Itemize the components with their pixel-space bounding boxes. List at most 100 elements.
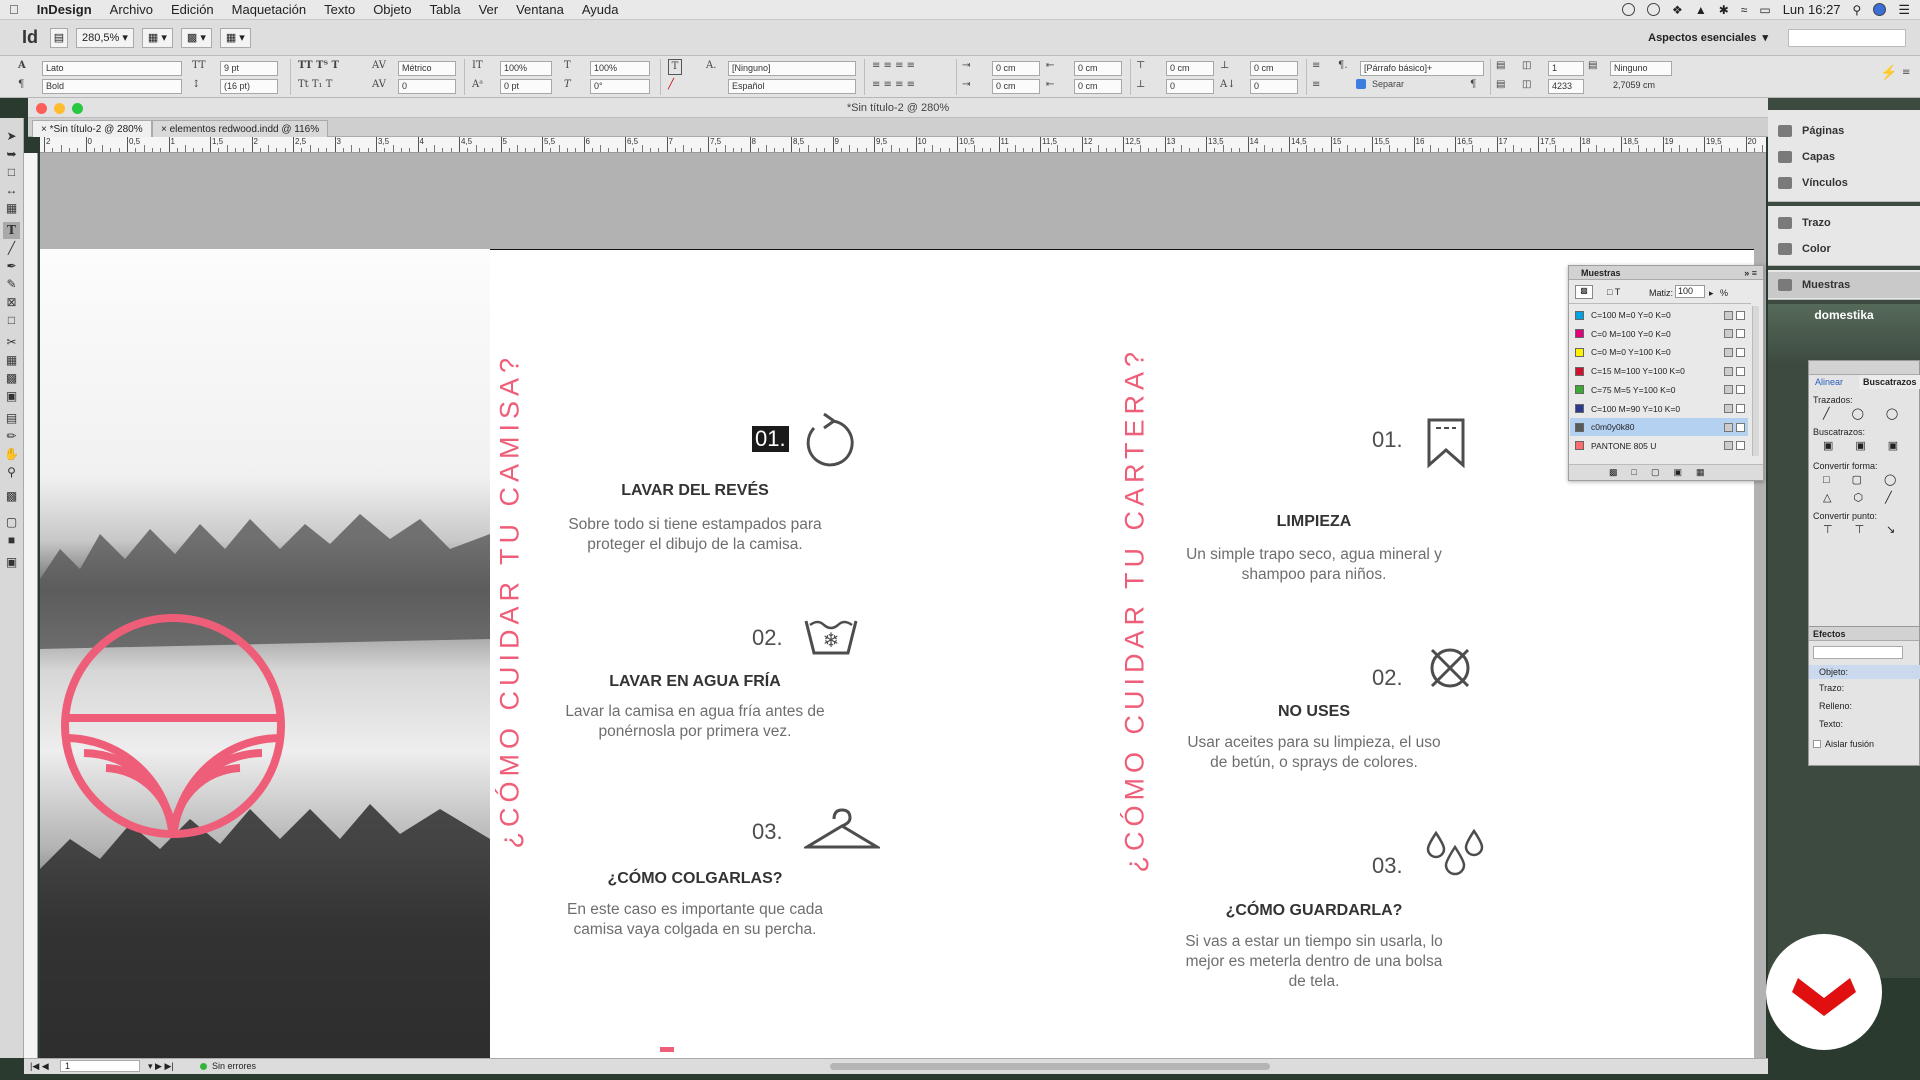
gap-tool-icon[interactable]: ↔ (3, 182, 20, 199)
cartera-step-description[interactable]: Si vas a estar un tiempo sin usarla, lo … (1184, 932, 1444, 992)
dock-capas[interactable]: Capas (1768, 144, 1920, 170)
justify-icon[interactable]: ≡ ≡ ≡ ≡ (872, 78, 915, 92)
container-icon[interactable]: □ T (1607, 287, 1620, 297)
swatch-row[interactable]: C=75 M=5 Y=100 K=0 (1570, 381, 1748, 399)
swatch-row[interactable]: C=100 M=90 Y=10 K=0 (1570, 400, 1748, 418)
wifi-icon[interactable]: ≈ (1741, 3, 1748, 17)
menu-list-icon[interactable]: ☰ (1898, 2, 1910, 18)
convert-point-buttons[interactable]: ⊤⊤↘ (1823, 523, 1917, 536)
text-fill-icon[interactable]: T (668, 59, 682, 75)
dock-vinculos[interactable]: Vínculos (1768, 170, 1920, 196)
camisa-step-description[interactable]: Sobre todo si tiene estampados para prot… (565, 515, 825, 555)
clock-text[interactable]: Lun 16:27 (1783, 2, 1841, 17)
spotlight-icon[interactable]: ⚲ (1853, 3, 1862, 17)
bluetooth-icon[interactable]: ✱ (1719, 3, 1729, 17)
workspace-switcher[interactable]: Aspectos esenciales ▾ (1648, 31, 1788, 44)
menu-maquetacion[interactable]: Maquetación (223, 0, 315, 20)
pathfinder-buttons[interactable]: ▣▣▣ (1823, 439, 1920, 452)
first-line-indent-field[interactable]: 0 cm (992, 79, 1040, 94)
dropbox-icon[interactable]: ❖ (1672, 3, 1683, 17)
quick-apply-icon[interactable]: ⚡ (1880, 66, 1897, 80)
font-family-field[interactable]: Lato (42, 61, 182, 76)
pen-tool-icon[interactable]: ✒ (3, 258, 20, 275)
swatch-row[interactable]: C=100 M=0 Y=0 K=0 (1570, 306, 1748, 324)
eyedropper-tool-icon[interactable]: ✏ (3, 428, 20, 445)
minimize-window-icon[interactable] (54, 103, 65, 114)
effects-row-relleno[interactable]: Relleno: (1819, 701, 1852, 711)
paragraph-mode-icon[interactable]: ¶ (18, 78, 24, 92)
camisa-step-title[interactable]: LAVAR DEL REVÉS (545, 482, 845, 500)
content-collector-icon[interactable]: ▦ (3, 200, 20, 217)
view-mode-icon[interactable]: ▣ (3, 554, 20, 571)
creative-cloud-icon[interactable] (1647, 3, 1661, 16)
vertical-ruler[interactable] (24, 153, 38, 1058)
selection-tool-icon[interactable]: ➤ (3, 128, 20, 145)
formatting-affects-container-icon[interactable]: ▢ (3, 514, 20, 531)
screen-mode-button[interactable]: ▩ ▾ (180, 27, 212, 48)
grid-type-select[interactable]: Ninguno (1610, 61, 1672, 76)
fill-stroke-toggle-icon[interactable]: ▩ (1575, 285, 1593, 299)
dock-color[interactable]: Color (1768, 236, 1920, 262)
menu-tabla[interactable]: Tabla (421, 0, 470, 20)
cartera-step-description[interactable]: Un simple trapo seco, agua mineral y sha… (1184, 545, 1444, 585)
camisa-step-description[interactable]: Lavar la camisa en agua fría antes de po… (565, 702, 825, 742)
swatches-panel-header[interactable]: Muestras » ≡ (1569, 266, 1763, 280)
record-icon[interactable] (1622, 3, 1636, 16)
cartera-step-description[interactable]: Usar aceites para su limpieza, el uso de… (1184, 733, 1444, 773)
columns-field[interactable]: 1 (1548, 61, 1584, 76)
swatches-footer-buttons[interactable]: ▩□▢▣▦ (1569, 464, 1763, 480)
menu-app-name[interactable]: InDesign (28, 0, 101, 20)
partial-shape[interactable] (660, 1047, 674, 1052)
help-search-input[interactable] (1788, 28, 1906, 47)
language-select[interactable]: Español (728, 79, 856, 94)
hand-tool-icon[interactable]: ✋ (3, 446, 20, 463)
menu-texto[interactable]: Texto (315, 0, 364, 20)
small-caps-icon[interactable]: Tt T₁ T (298, 78, 332, 92)
zoom-level-field[interactable]: 280,5% ▾ (76, 27, 134, 48)
isolate-blending-checkbox[interactable]: Aislar fusión (1813, 739, 1874, 749)
leading-field[interactable]: (16 pt) (220, 79, 278, 94)
effects-panel-header[interactable]: Efectos (1809, 627, 1919, 641)
font-style-field[interactable]: Bold (42, 79, 182, 94)
para-style-select[interactable]: [Párrafo básico]+ (1360, 61, 1484, 76)
swatch-row[interactable]: c0m0y0k80 (1570, 418, 1748, 437)
menu-edicion[interactable]: Edición (162, 0, 223, 20)
menu-objeto[interactable]: Objeto (364, 0, 420, 20)
apple-icon[interactable]:  (0, 0, 28, 20)
drive-icon[interactable]: ▲ (1695, 3, 1707, 17)
page-tool-icon[interactable]: □ (3, 164, 20, 181)
blend-mode-select[interactable] (1813, 646, 1903, 659)
arrange-documents-button[interactable]: ▦ ▾ (219, 27, 251, 48)
cartera-step-number[interactable]: 02. (1372, 665, 1403, 691)
right-indent-field[interactable]: 0 cm (1074, 61, 1122, 76)
effects-row-trazo[interactable]: Trazo: (1819, 683, 1844, 693)
zoom-tool-icon[interactable]: ⚲ (3, 464, 20, 481)
effects-row-texto[interactable]: Texto: (1819, 719, 1843, 729)
fill-stroke-icon[interactable]: ▩ (3, 488, 20, 505)
menu-ver[interactable]: Ver (470, 0, 508, 20)
convert-shape-buttons-2[interactable]: △⬡╱ (1823, 491, 1914, 504)
bridge-button[interactable]: ▤ (50, 27, 68, 48)
drop-cap-chars-field[interactable]: 0 (1250, 79, 1298, 94)
rectangle-frame-tool-icon[interactable]: ⊠ (3, 294, 20, 311)
gradient-feather-tool-icon[interactable]: ▣ (3, 388, 20, 405)
cartera-step-number[interactable]: 01. (1372, 427, 1403, 453)
space-after-field[interactable]: 0 cm (1250, 61, 1298, 76)
tab-elementos-redwood[interactable]: × elementos redwood.indd @ 116% (152, 120, 329, 137)
columns-width-field[interactable]: 4233 (1548, 79, 1584, 94)
page-number-field[interactable]: 1 (60, 1060, 140, 1072)
camisa-step-number[interactable]: 03. (752, 819, 783, 845)
display-icon[interactable]: ▭ (1759, 3, 1770, 17)
dock-muestras[interactable]: Muestras (1768, 272, 1920, 298)
panel-menu-icon[interactable]: » ≡ (1744, 266, 1763, 280)
left-indent-field[interactable]: 0 cm (992, 61, 1040, 76)
ignore-grid-icon[interactable]: ¶ (1470, 78, 1476, 92)
align-left-icon[interactable]: ≡ ≡ ≡ ≡ (872, 59, 915, 73)
character-mode-icon[interactable]: A (18, 59, 26, 73)
horizontal-ruler[interactable]: 2 0 0,5 1 1,5 2 2,5 3 3,5 4 4,5 5 5,5 6 6,5 7 7,5 8 8,5 9 9,… (40, 137, 1766, 153)
close-window-icon[interactable] (36, 103, 47, 114)
menu-archivo[interactable]: Archivo (101, 0, 162, 20)
line-tool-icon[interactable]: ╱ (3, 240, 20, 257)
cartera-vertical-heading[interactable]: ¿CÓMO CUIDAR TU CARTERA? (1120, 347, 1151, 873)
convert-shape-buttons[interactable]: □▢◯ (1823, 473, 1918, 486)
